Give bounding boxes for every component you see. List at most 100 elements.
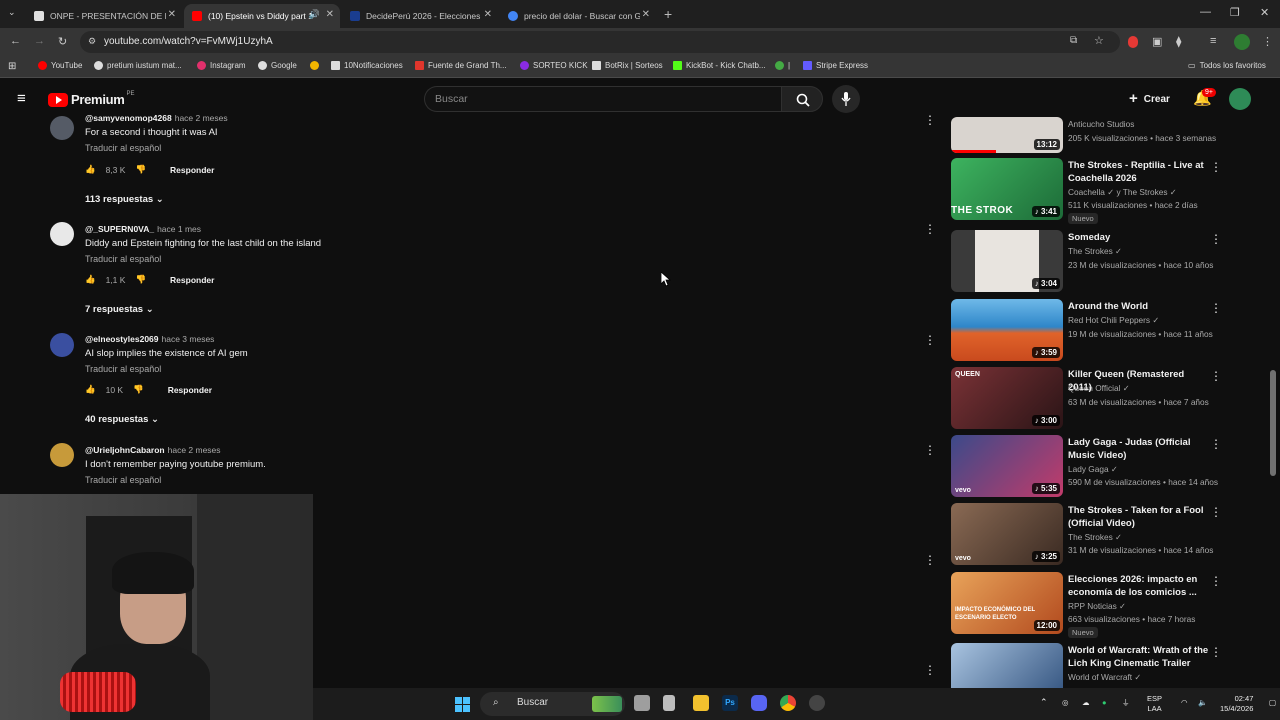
tray-icon[interactable]: ◎ — [1062, 698, 1069, 708]
usb-icon[interactable]: ⏚ — [1122, 698, 1130, 708]
search-button[interactable] — [781, 86, 823, 112]
tray-icon[interactable]: ● — [1102, 698, 1107, 708]
windows-start-icon[interactable] — [455, 697, 470, 712]
video-menu-icon[interactable]: ⋮ — [1210, 437, 1222, 451]
close-tab-icon[interactable]: ✕ — [168, 9, 176, 20]
avatar[interactable] — [50, 443, 74, 467]
translate-link[interactable]: Traducir al español — [85, 254, 161, 264]
search-input[interactable]: Buscar — [424, 86, 781, 112]
avatar[interactable] — [50, 116, 74, 140]
like-icon[interactable]: 👍 — [85, 384, 96, 395]
bookmark-botrix[interactable]: BotRix | Sorteos — [592, 61, 663, 70]
video-channel[interactable]: World of Warcraft ✓ — [1068, 672, 1141, 682]
extensions-puzzle-icon[interactable]: ⧫ — [1176, 35, 1181, 48]
avatar[interactable] — [50, 222, 74, 246]
tab-onpe[interactable]: ONPE - PRESENTACIÓN DE RES ✕ — [26, 4, 182, 28]
bookmark-10notificaciones[interactable]: 10Notificaciones — [331, 61, 403, 70]
video-channel[interactable]: Anticucho Studios — [1068, 119, 1134, 129]
comment-menu-icon[interactable]: ⋮ — [924, 333, 936, 347]
bookmark-google[interactable]: Google — [258, 61, 297, 70]
bookmark-sorteo-kick[interactable]: SORTEO KICK — [520, 61, 588, 70]
video-title[interactable]: Someday — [1068, 231, 1210, 244]
install-app-icon[interactable]: ⧉ — [1070, 35, 1077, 46]
translate-link[interactable]: Traducir al español — [85, 475, 161, 485]
recommended-video[interactable]: vevo ♪ 5:35 Lady Gaga - Judas (Official … — [951, 435, 1261, 499]
recommended-video[interactable]: IMPACTO ECONÓMICO DEL ESCENARIO ELECTO 12… — [951, 572, 1261, 638]
site-info-icon[interactable]: ⚙ — [88, 36, 96, 47]
discord-icon[interactable] — [751, 695, 767, 711]
video-menu-icon[interactable]: ⋮ — [1210, 645, 1222, 659]
bookmark-kickbot[interactable]: KickBot - Kick Chatb... — [673, 61, 766, 70]
view-replies-button[interactable]: 113 respuestas ⌄ — [85, 194, 164, 205]
profile-avatar[interactable] — [1234, 34, 1250, 50]
address-bar[interactable]: ⚙ youtube.com/watch?v=FvMWj1UzyhA ⧉ ☆ — [80, 31, 1120, 53]
bookmark-stripe-express[interactable]: Stripe Express — [803, 61, 868, 70]
video-title[interactable]: The Strokes - Taken for a Fool (Official… — [1068, 504, 1210, 530]
app-icon[interactable] — [663, 695, 675, 711]
bookmark-gta-font[interactable]: Fuente de Grand Th... — [415, 61, 507, 70]
page-scrollbar-thumb[interactable] — [1270, 370, 1276, 476]
extension-red-icon[interactable] — [1128, 36, 1138, 48]
video-thumbnail[interactable]: ♪ 3:59 — [951, 299, 1063, 361]
create-button[interactable]: + Crear — [1129, 90, 1170, 108]
recommended-video[interactable]: 13:12 Anticucho Studios 205 K visualizac… — [951, 113, 1261, 153]
clock[interactable]: 02:47 15/4/2026 — [1220, 694, 1253, 714]
like-icon[interactable]: 👍 — [85, 274, 96, 285]
youtube-premium-logo[interactable]: Premium PE — [48, 91, 135, 107]
video-title[interactable]: Elecciones 2026: impacto en economía de … — [1068, 573, 1210, 599]
reload-icon[interactable]: ↻ — [58, 35, 67, 48]
bookmark-star[interactable] — [310, 61, 323, 70]
audio-playing-icon[interactable]: 🔊 — [309, 9, 320, 20]
comment-author[interactable]: @_SUPERN0VA_ hace 1 mes — [85, 224, 201, 234]
photoshop-icon[interactable]: Ps — [722, 695, 738, 711]
notification-center-icon[interactable]: ▢ — [1269, 698, 1276, 708]
recommended-video[interactable]: ♪ 3:04 Someday The Strokes ✓ 23 M de vis… — [951, 230, 1261, 294]
comment-menu-icon[interactable]: ⋮ — [924, 553, 936, 567]
video-title[interactable]: World of Warcraft: Wrath of the Lich Kin… — [1068, 644, 1210, 670]
tab-youtube-active[interactable]: (10) Epstein vs Diddy part 1 🔊 ✕ — [184, 4, 340, 28]
view-replies-button[interactable]: 40 respuestas ⌄ — [85, 414, 159, 425]
comment-menu-icon[interactable]: ⋮ — [924, 663, 936, 677]
reply-button[interactable]: Responder — [170, 275, 214, 285]
comment-author[interactable]: @samyvenomop4268 hace 2 meses — [85, 113, 228, 123]
tab-decideperu[interactable]: DecidePerú 2026 - Elecciones G ✕ — [342, 4, 498, 28]
recommended-video[interactable]: THE STROK ♪ 3:41 The Strokes - Reptilia … — [951, 158, 1261, 224]
avatar[interactable] — [50, 333, 74, 357]
video-thumbnail[interactable]: QUEEN ♪ 3:00 — [951, 367, 1063, 429]
tab-list-icon[interactable]: ≡ — [1210, 35, 1216, 47]
volume-icon[interactable]: 🔈 — [1198, 698, 1207, 708]
translate-link[interactable]: Traducir al español — [85, 364, 161, 374]
dislike-icon[interactable]: 👎 — [135, 164, 146, 175]
task-view-icon[interactable] — [634, 695, 650, 711]
tab-search-icon[interactable]: ⌄ — [8, 7, 16, 18]
close-window-icon[interactable]: ✕ — [1260, 6, 1269, 19]
video-channel[interactable]: Lady Gaga ✓ — [1068, 464, 1118, 474]
close-tab-icon[interactable]: ✕ — [642, 9, 650, 20]
video-channel[interactable]: The Strokes ✓ — [1068, 532, 1122, 542]
recommended-video[interactable]: World of Warcraft: Wrath of the Lich Kin… — [951, 643, 1261, 688]
comment-menu-icon[interactable]: ⋮ — [924, 222, 936, 236]
chrome-menu-icon[interactable]: ⋮ — [1262, 35, 1273, 48]
video-channel[interactable]: Coachella ✓ y The Strokes ✓ — [1068, 187, 1177, 197]
video-menu-icon[interactable]: ⋮ — [1210, 160, 1222, 174]
dislike-icon[interactable]: 👎 — [133, 384, 144, 395]
comment-menu-icon[interactable]: ⋮ — [924, 113, 936, 127]
recommended-video[interactable]: vevo ♪ 3:25 The Strokes - Taken for a Fo… — [951, 503, 1261, 567]
all-favorites-folder[interactable]: ▭ Todos los favoritos — [1188, 61, 1266, 70]
video-channel[interactable]: The Strokes ✓ — [1068, 246, 1122, 256]
video-channel[interactable]: Red Hot Chili Peppers ✓ — [1068, 315, 1159, 325]
view-replies-button[interactable]: 7 respuestas ⌄ — [85, 304, 154, 315]
wifi-icon[interactable]: ◠ — [1181, 698, 1188, 708]
extension-icon[interactable]: ▣ — [1152, 35, 1162, 48]
comment-author[interactable]: @elneostyles2069 hace 3 meses — [85, 334, 214, 344]
apps-grid-icon[interactable]: ⊞ — [8, 61, 16, 72]
close-tab-icon[interactable]: ✕ — [326, 9, 334, 20]
chrome-icon[interactable] — [780, 695, 796, 711]
chevron-up-icon[interactable]: ⌃ — [1040, 697, 1048, 707]
video-thumbnail[interactable]: IMPACTO ECONÓMICO DEL ESCENARIO ELECTO 12… — [951, 572, 1063, 634]
close-tab-icon[interactable]: ✕ — [484, 9, 492, 20]
video-thumbnail[interactable] — [951, 643, 1063, 688]
app-icon[interactable] — [809, 695, 825, 711]
video-thumbnail[interactable]: ♪ 3:04 — [951, 230, 1063, 292]
cloud-icon[interactable]: ☁ — [1082, 698, 1090, 708]
